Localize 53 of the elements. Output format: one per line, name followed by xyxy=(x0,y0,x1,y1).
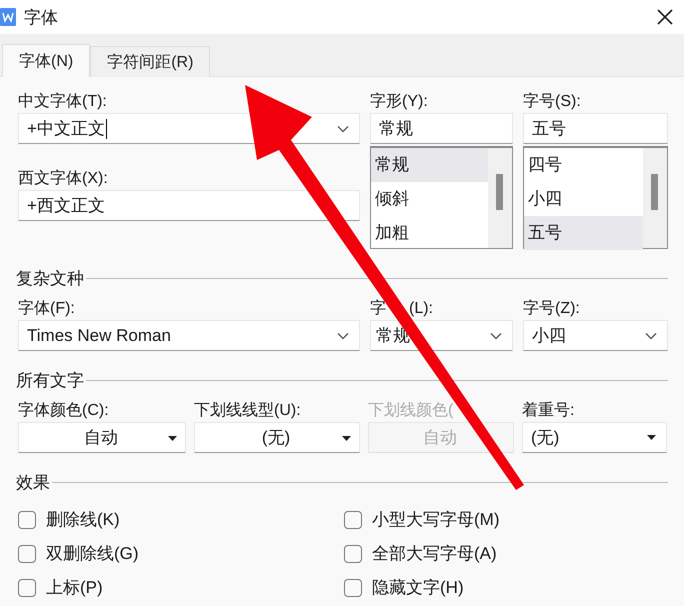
caret-icon xyxy=(647,435,656,440)
checkbox-label: 删除线(K) xyxy=(46,509,120,531)
section-title: 所有文字 xyxy=(16,370,84,392)
dropdown[interactable]: Times New Roman xyxy=(18,320,360,351)
checkbox[interactable] xyxy=(18,578,36,596)
caret-icon xyxy=(168,436,177,441)
dropdown[interactable]: 小四 xyxy=(523,320,668,351)
size-input-field[interactable]: 五号 xyxy=(523,113,668,144)
scrollbar-thumb[interactable] xyxy=(651,174,658,210)
checkbox-label: 全部大写字母(A) xyxy=(372,543,497,565)
dropdown[interactable]: 自动 xyxy=(18,422,186,453)
field-label: 中文字体(T): xyxy=(18,92,108,112)
field-label: 着重号: xyxy=(522,400,576,421)
checkbox-label: 隐藏文字(H) xyxy=(372,577,464,599)
style-input-field[interactable]: 常规 xyxy=(370,113,513,144)
list-item[interactable]: 加粗 xyxy=(371,216,488,250)
field-label: 字 xyxy=(370,298,386,319)
field-label: 字体颜色(C): xyxy=(18,400,110,421)
checkbox[interactable] xyxy=(18,510,36,528)
list-item[interactable]: 五号 xyxy=(524,216,643,250)
field-label: 字号(S): xyxy=(523,92,582,112)
chevron-icon xyxy=(645,332,657,340)
field-label: 字体(F): xyxy=(18,298,76,319)
chevron-icon xyxy=(337,124,349,132)
font-input-field[interactable]: +西文正文 xyxy=(18,190,360,221)
list-item[interactable]: 常规 xyxy=(371,148,488,182)
section-title: 复杂文种 xyxy=(16,268,84,290)
checkbox[interactable] xyxy=(344,578,362,596)
tab[interactable]: 字体(N) xyxy=(2,44,90,77)
list-item[interactable]: 小四 xyxy=(524,182,643,216)
list-item[interactable]: 四号 xyxy=(524,148,643,182)
checkbox[interactable] xyxy=(344,544,362,562)
tab[interactable]: 字符间距(R) xyxy=(90,46,210,77)
checkbox-label: 上标(P) xyxy=(46,577,103,599)
chevron-icon xyxy=(490,332,502,340)
chevron-icon xyxy=(337,332,349,340)
field-label: 字形(Y): xyxy=(370,92,429,112)
checkbox[interactable] xyxy=(18,544,36,562)
field-label: 下划线颜色( xyxy=(368,400,454,421)
list-item[interactable]: 倾斜 xyxy=(371,182,488,216)
field-label: 字号(Z): xyxy=(523,298,581,319)
window-title: 字体 xyxy=(24,6,58,28)
checkbox-label: 双删除线(G) xyxy=(46,543,139,565)
dropdown[interactable]: (无) xyxy=(194,422,360,453)
field-label: 西文字体(X): xyxy=(18,168,109,189)
dropdown[interactable]: (无) xyxy=(522,422,667,453)
section-title: 效果 xyxy=(16,472,50,494)
caret-icon xyxy=(342,436,351,441)
checkbox-label: 小型大写字母(M) xyxy=(372,509,500,531)
checkbox[interactable] xyxy=(344,510,362,528)
field-label: 下划线线型(U): xyxy=(194,400,302,421)
scrollbar-thumb[interactable] xyxy=(496,174,503,210)
field-label: (L): xyxy=(409,299,433,319)
